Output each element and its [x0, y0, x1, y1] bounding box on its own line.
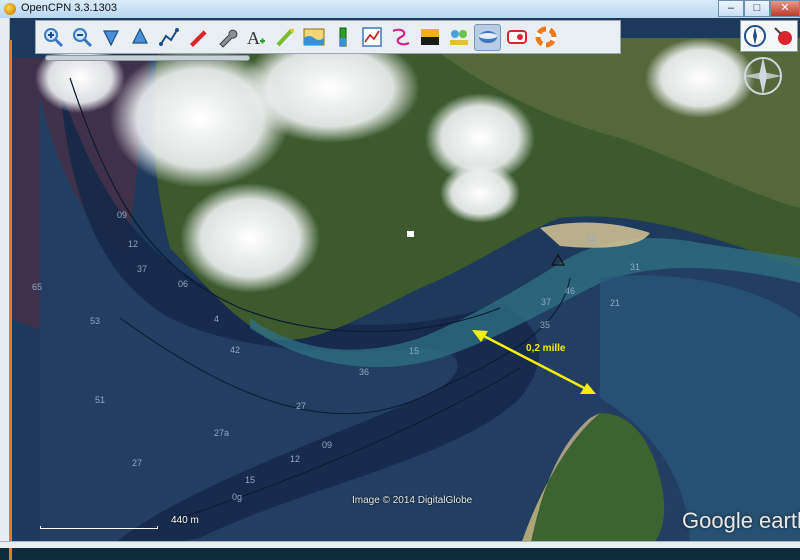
- close-button[interactable]: ✕: [770, 0, 800, 17]
- chart-map: [0, 18, 800, 547]
- tide-gauge-icon: [339, 27, 346, 47]
- ais-icon: [449, 30, 468, 45]
- scale-up-button[interactable]: [126, 24, 153, 51]
- depth-sounding: 31: [630, 262, 641, 272]
- toolbar-transparency-slider[interactable]: [45, 55, 250, 61]
- depth-sounding: 12: [290, 454, 301, 464]
- depth-sounding: 51: [95, 395, 106, 405]
- scale-up-icon: [131, 27, 148, 44]
- route-button[interactable]: [155, 24, 182, 51]
- color-scheme-button[interactable]: [416, 24, 443, 51]
- depth-sounding: 12: [128, 239, 139, 249]
- google-earth-button[interactable]: [474, 23, 501, 51]
- zoom-in-button[interactable]: [39, 24, 66, 51]
- options-button[interactable]: [213, 24, 240, 51]
- color-scheme-icon: [420, 29, 439, 45]
- left-chart-bar-mark: [9, 40, 12, 560]
- google-earth-watermark: Google earth: [682, 508, 800, 533]
- track-button[interactable]: [387, 24, 414, 51]
- scale-down-button[interactable]: [97, 24, 124, 51]
- left-chart-bar: [0, 18, 12, 560]
- depth-sounding: 35: [540, 320, 551, 330]
- svg-text:A: A: [247, 28, 260, 48]
- maximize-button[interactable]: □: [744, 0, 770, 17]
- window-title: OpenCPN 3.3.1303: [21, 2, 118, 14]
- depth-sounding: 4: [214, 314, 220, 324]
- compass-icon[interactable]: [743, 24, 767, 48]
- depth-sounding: 15: [245, 475, 256, 485]
- track-icon: [392, 28, 409, 46]
- depth-sounding: 27: [296, 401, 307, 411]
- status-panel: [740, 20, 798, 52]
- depth-sounding: 09: [322, 440, 333, 450]
- depth-sounding: 0g: [232, 492, 243, 502]
- north-rose-icon: [744, 57, 782, 95]
- zoom-in-icon: [43, 28, 63, 48]
- text-icon: A: [247, 28, 265, 48]
- life-ring-button[interactable]: [532, 24, 559, 51]
- route-manager-button[interactable]: [358, 24, 385, 51]
- depth-sounding: 65: [32, 282, 43, 292]
- route-manager-icon: [361, 27, 382, 47]
- auto-follow-button[interactable]: [184, 24, 211, 51]
- man-overboard-icon: [506, 30, 527, 44]
- tide-icon: [303, 28, 324, 46]
- depth-sounding: 37: [541, 297, 552, 307]
- depth-sounding: 06: [178, 279, 189, 289]
- depth-sounding: 46: [565, 286, 576, 296]
- distance-label: 0,2 mille: [526, 343, 566, 354]
- depth-sounding: 36: [359, 367, 370, 377]
- route-icon: [158, 28, 179, 46]
- current-icon: [276, 29, 294, 47]
- zoom-out-icon: [72, 28, 92, 48]
- depth-sounding: 21: [586, 233, 597, 243]
- depth-sounding: 42: [230, 345, 241, 355]
- scale-bar: [40, 526, 158, 529]
- tide-gauge-button[interactable]: [329, 24, 356, 51]
- depth-sounding: 15: [409, 346, 420, 356]
- life-ring-icon: [535, 26, 556, 48]
- scale-label: 440 m: [171, 515, 199, 526]
- depth-sounding: 27: [132, 458, 143, 468]
- ais-button[interactable]: [445, 24, 472, 51]
- depth-sounding: 09: [117, 210, 128, 220]
- minimize-button[interactable]: –: [718, 0, 744, 17]
- zoom-out-button[interactable]: [68, 24, 95, 51]
- scale-down-icon: [102, 30, 119, 47]
- opencpn-app-icon: [4, 3, 16, 15]
- depth-sounding: 27a: [214, 428, 230, 438]
- auto-follow-icon: [189, 29, 207, 47]
- main-toolbar: A: [35, 20, 621, 54]
- title-bar: OpenCPN 3.3.1303 – □ ✕: [0, 0, 800, 19]
- chart-canvas[interactable]: [0, 18, 800, 547]
- tide-button[interactable]: [300, 24, 327, 51]
- depth-sounding: 53: [90, 316, 101, 326]
- gps-status-icon[interactable]: [771, 24, 795, 48]
- man-overboard-button[interactable]: [503, 24, 530, 51]
- depth-sounding: 21: [610, 298, 621, 308]
- depth-sounding: 37: [137, 264, 148, 274]
- options-wrench-icon: [218, 29, 237, 48]
- imagery-copyright: Image © 2014 DigitalGlobe: [352, 495, 473, 506]
- text-button[interactable]: A: [242, 24, 269, 51]
- google-earth-icon: [478, 31, 497, 43]
- current-button[interactable]: [271, 24, 298, 51]
